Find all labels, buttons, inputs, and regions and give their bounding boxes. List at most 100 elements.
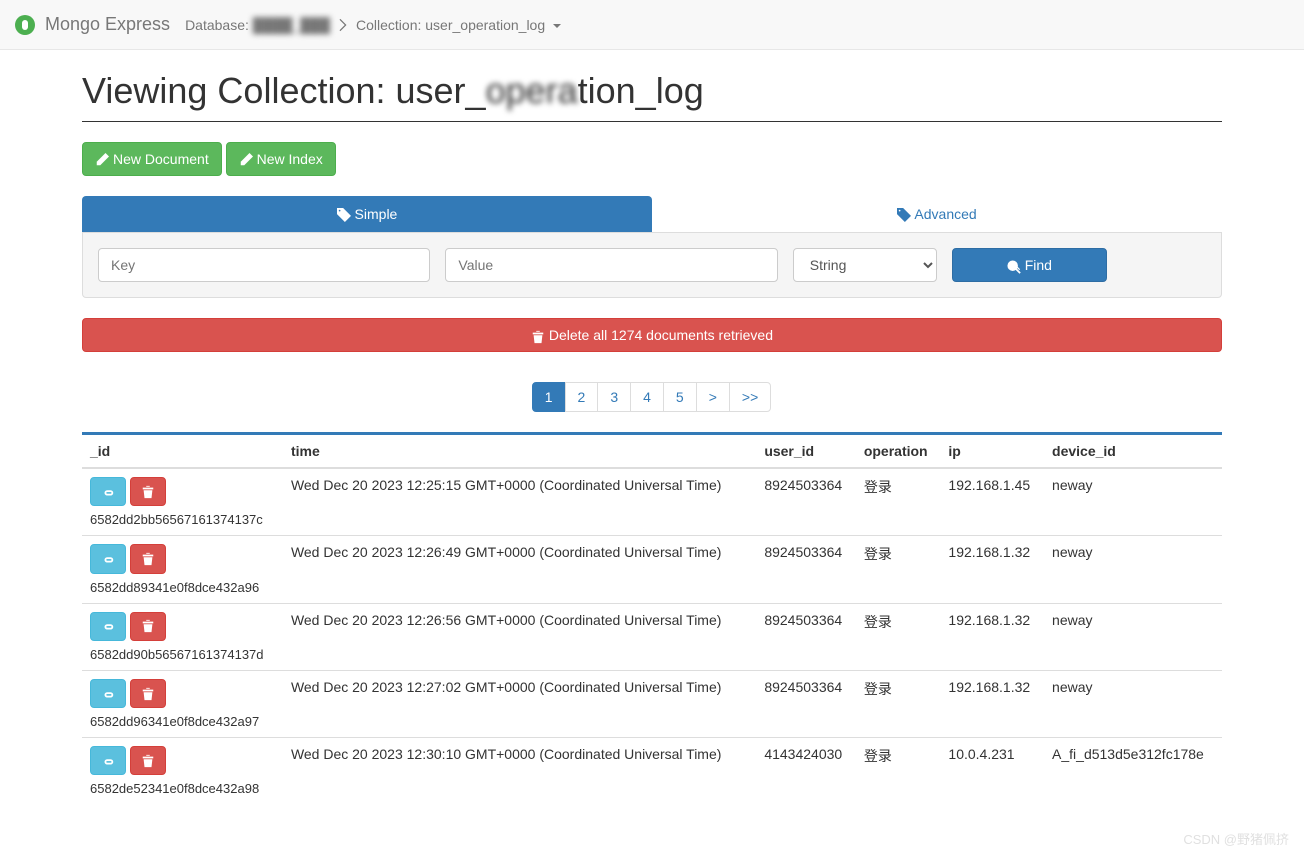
tab-simple[interactable]: Simple: [82, 196, 652, 232]
cell-device_id: neway: [1044, 603, 1222, 670]
mongo-logo-icon: [15, 15, 35, 35]
cell-ip: 192.168.1.32: [940, 603, 1044, 670]
cell-ip: 10.0.4.231: [940, 737, 1044, 804]
link-icon: [101, 618, 115, 635]
trash-icon: [141, 685, 155, 702]
link-icon: [101, 685, 115, 702]
row-id: 6582dd90b56567161374137d: [90, 647, 275, 662]
cell-ip: 192.168.1.32: [940, 670, 1044, 737]
find-button[interactable]: Find: [952, 248, 1107, 282]
database-name[interactable]: ████_███: [253, 17, 330, 33]
page-3[interactable]: 3: [597, 382, 631, 412]
trash-icon: [141, 483, 155, 500]
value-input[interactable]: [445, 248, 777, 282]
cell-ip: 192.168.1.45: [940, 468, 1044, 536]
cell-device_id: neway: [1044, 468, 1222, 536]
tab-advanced[interactable]: Advanced: [652, 196, 1222, 232]
delete-row-button[interactable]: [130, 477, 166, 506]
database-label: Database:: [185, 17, 249, 33]
watermark: CSDN @野猪佩挤: [1183, 829, 1289, 848]
cell-operation: 登录: [856, 737, 941, 804]
cell-operation: 登录: [856, 603, 941, 670]
breadcrumb: Database: ████_███ Collection: user_oper…: [185, 17, 561, 33]
page-5[interactable]: 5: [663, 382, 697, 412]
link-button[interactable]: [90, 746, 126, 775]
collection-name: user_operation_log: [425, 17, 545, 33]
delete-row-button[interactable]: [130, 544, 166, 573]
col-operation: operation: [856, 434, 941, 469]
search-panel: String Find: [82, 232, 1222, 298]
delete-row-button[interactable]: [130, 612, 166, 641]
brand-text: Mongo Express: [45, 14, 170, 35]
key-input[interactable]: [98, 248, 430, 282]
delete-row-button[interactable]: [130, 679, 166, 708]
row-id: 6582dd96341e0f8dce432a97: [90, 714, 275, 729]
cell-ip: 192.168.1.32: [940, 536, 1044, 603]
delete-all-label: Delete all 1274 documents retrieved: [549, 325, 773, 345]
cell-time: Wed Dec 20 2023 12:25:15 GMT+0000 (Coord…: [283, 468, 756, 536]
cell-time: Wed Dec 20 2023 12:26:49 GMT+0000 (Coord…: [283, 536, 756, 603]
tags-icon: [897, 206, 911, 222]
search-icon: [1007, 255, 1021, 275]
tab-advanced-label: Advanced: [914, 206, 976, 222]
caret-down-icon: [553, 24, 561, 28]
cell-device_id: neway: [1044, 536, 1222, 603]
brand-link[interactable]: Mongo Express: [15, 14, 170, 35]
link-icon: [101, 483, 115, 500]
link-icon: [101, 752, 115, 769]
table-row[interactable]: 6582de52341e0f8dce432a98 Wed Dec 20 2023 …: [82, 737, 1222, 804]
top-navbar: Mongo Express Database: ████_███ Collect…: [0, 0, 1304, 50]
search-tabs: Simple Advanced: [82, 196, 1222, 232]
row-id: 6582de52341e0f8dce432a98: [90, 781, 275, 796]
page->[interactable]: >: [696, 382, 730, 412]
row-id: 6582dd89341e0f8dce432a96: [90, 580, 275, 595]
link-button[interactable]: [90, 544, 126, 573]
page-1[interactable]: 1: [532, 382, 566, 412]
col-device_id: device_id: [1044, 434, 1222, 469]
tag-icon: [337, 206, 351, 222]
documents-table: _idtimeuser_idoperationipdevice_id 6582d…: [82, 432, 1222, 804]
link-button[interactable]: [90, 679, 126, 708]
delete-row-button[interactable]: [130, 746, 166, 775]
collection-dropdown[interactable]: user_operation_log: [425, 17, 561, 33]
new-index-label: New Index: [257, 149, 323, 169]
type-select[interactable]: String: [793, 248, 937, 282]
delete-all-button[interactable]: Delete all 1274 documents retrieved: [82, 318, 1222, 352]
col-ip: ip: [940, 434, 1044, 469]
tab-simple-label: Simple: [355, 206, 398, 222]
page->>[interactable]: >>: [729, 382, 771, 412]
link-button[interactable]: [90, 612, 126, 641]
cell-operation: 登录: [856, 536, 941, 603]
cell-user_id: 8924503364: [756, 603, 856, 670]
find-label: Find: [1025, 255, 1052, 275]
link-button[interactable]: [90, 477, 126, 506]
col-user_id: user_id: [756, 434, 856, 469]
collection-label: Collection:: [356, 17, 421, 33]
cell-time: Wed Dec 20 2023 12:26:56 GMT+0000 (Coord…: [283, 603, 756, 670]
pencil-icon: [239, 149, 253, 169]
trash-icon: [531, 325, 545, 345]
table-row[interactable]: 6582dd96341e0f8dce432a97 Wed Dec 20 2023 …: [82, 670, 1222, 737]
trash-icon: [141, 618, 155, 635]
page-4[interactable]: 4: [630, 382, 664, 412]
page-title: Viewing Collection: user_operation_log: [82, 70, 1222, 122]
new-document-button[interactable]: New Document: [82, 142, 222, 176]
trash-icon: [141, 550, 155, 567]
chevron-right-icon: [336, 17, 350, 32]
trash-icon: [141, 752, 155, 769]
cell-user_id: 8924503364: [756, 670, 856, 737]
cell-operation: 登录: [856, 670, 941, 737]
table-row[interactable]: 6582dd90b56567161374137d Wed Dec 20 2023 …: [82, 603, 1222, 670]
cell-time: Wed Dec 20 2023 12:30:10 GMT+0000 (Coord…: [283, 737, 756, 804]
cell-device_id: neway: [1044, 670, 1222, 737]
page-2[interactable]: 2: [565, 382, 599, 412]
row-id: 6582dd2bb56567161374137c: [90, 512, 275, 527]
pagination: 12345>>>: [82, 382, 1222, 412]
table-row[interactable]: 6582dd89341e0f8dce432a96 Wed Dec 20 2023 …: [82, 536, 1222, 603]
table-row[interactable]: 6582dd2bb56567161374137c Wed Dec 20 2023 …: [82, 468, 1222, 536]
col-time: time: [283, 434, 756, 469]
cell-time: Wed Dec 20 2023 12:27:02 GMT+0000 (Coord…: [283, 670, 756, 737]
new-index-button[interactable]: New Index: [226, 142, 336, 176]
pencil-icon: [95, 149, 109, 169]
cell-user_id: 8924503364: [756, 536, 856, 603]
